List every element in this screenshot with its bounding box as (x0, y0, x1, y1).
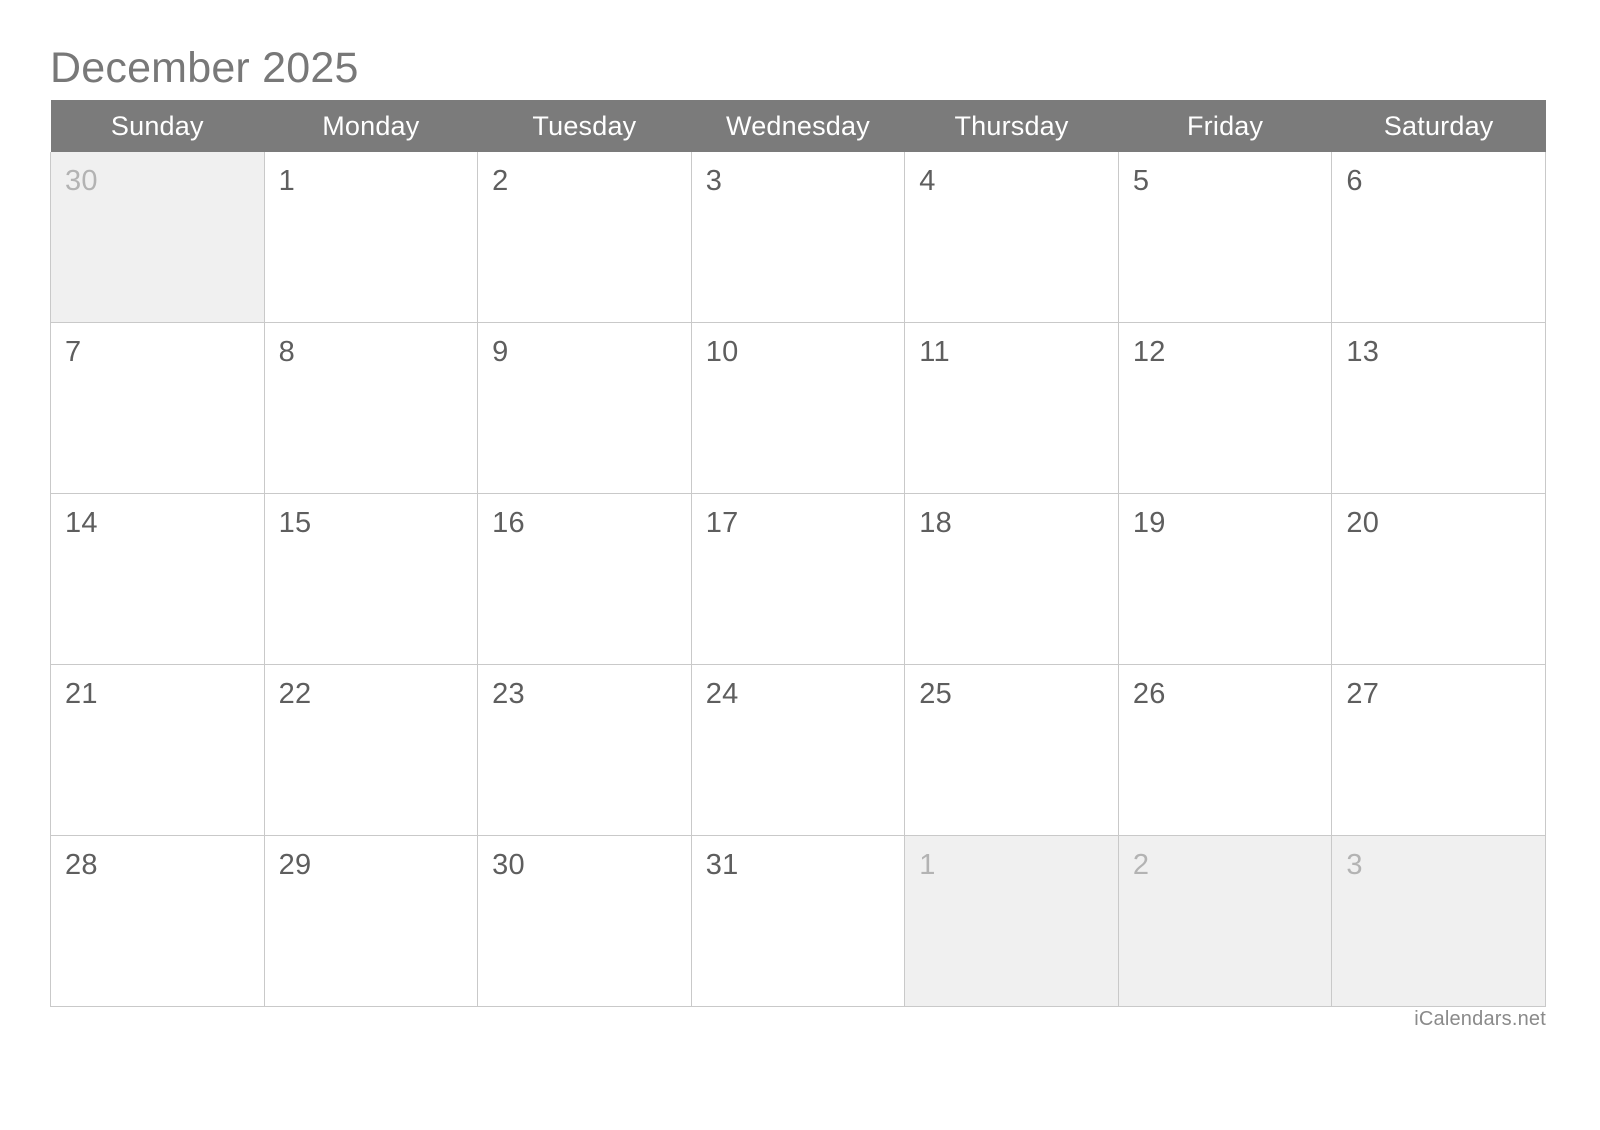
day-number: 18 (919, 507, 953, 539)
day-number: 2 (492, 165, 509, 197)
weekday-header-row: Sunday Monday Tuesday Wednesday Thursday… (50, 100, 1546, 152)
day-number: 4 (919, 165, 936, 197)
week-row: 30 1 2 3 4 5 6 (50, 152, 1546, 323)
day-cell[interactable]: 25 (904, 664, 1119, 836)
day-cell[interactable]: 5 (1118, 152, 1333, 323)
day-cell[interactable]: 12 (1118, 322, 1333, 494)
day-number: 24 (705, 678, 739, 710)
day-cell[interactable]: 30 (50, 152, 265, 323)
week-row: 28 29 30 31 1 2 3 (50, 835, 1546, 1007)
day-number: 13 (1346, 336, 1380, 368)
weekday-header-monday: Monday (264, 100, 478, 152)
day-cell[interactable]: 19 (1118, 493, 1333, 665)
week-row: 21 22 23 24 25 26 27 (50, 664, 1546, 836)
day-number: 26 (1132, 678, 1166, 710)
day-cell[interactable]: 23 (477, 664, 692, 836)
day-number: 3 (1346, 849, 1363, 881)
day-number: 2 (1132, 849, 1150, 881)
day-number: 21 (65, 678, 98, 710)
day-cell[interactable]: 27 (1331, 664, 1546, 836)
day-cell[interactable]: 2 (1118, 835, 1333, 1007)
day-cell[interactable]: 4 (904, 152, 1119, 323)
day-cell[interactable]: 29 (264, 835, 479, 1007)
day-number: 30 (65, 165, 98, 197)
day-number: 12 (1132, 336, 1166, 368)
day-cell[interactable]: 1 (264, 152, 479, 323)
day-cell[interactable]: 26 (1118, 664, 1333, 836)
day-number: 31 (705, 849, 739, 881)
day-cell[interactable]: 13 (1331, 322, 1546, 494)
day-number: 22 (278, 678, 312, 710)
day-number: 8 (278, 336, 295, 368)
day-cell[interactable]: 8 (264, 322, 479, 494)
day-cell[interactable]: 18 (904, 493, 1119, 665)
day-cell[interactable]: 3 (1331, 835, 1546, 1007)
day-cell[interactable]: 9 (477, 322, 692, 494)
day-cell[interactable]: 7 (50, 322, 265, 494)
watermark: iCalendars.net (1414, 1008, 1546, 1030)
weekday-header-tuesday: Tuesday (477, 100, 692, 152)
day-number: 1 (919, 849, 936, 881)
day-number: 5 (1132, 165, 1150, 197)
day-number: 7 (65, 336, 82, 368)
day-number: 11 (919, 336, 950, 368)
weekday-header-wednesday: Wednesday (691, 100, 905, 152)
page-title: December 2025 (50, 44, 359, 92)
weekday-header-friday: Friday (1118, 100, 1332, 152)
calendar-header: Sunday Monday Tuesday Wednesday Thursday… (50, 100, 1546, 152)
weekday-header-sunday: Sunday (50, 100, 265, 152)
title-bar: December 2025 (50, 42, 1546, 100)
day-cell[interactable]: 22 (264, 664, 479, 836)
day-number: 9 (492, 336, 509, 368)
day-cell[interactable]: 21 (50, 664, 265, 836)
week-row: 7 8 9 10 11 12 13 (50, 322, 1546, 494)
day-number: 28 (65, 849, 98, 881)
day-cell[interactable]: 11 (904, 322, 1119, 494)
day-cell[interactable]: 20 (1331, 493, 1546, 665)
calendar-grid: Sunday Monday Tuesday Wednesday Thursday… (50, 100, 1546, 1007)
day-number: 15 (278, 507, 312, 539)
day-number: 14 (65, 507, 98, 539)
day-cell[interactable]: 6 (1331, 152, 1546, 323)
day-cell[interactable]: 14 (50, 493, 265, 665)
day-cell[interactable]: 30 (477, 835, 692, 1007)
day-number: 6 (1346, 165, 1363, 197)
day-number: 23 (492, 678, 525, 710)
weekday-header-thursday: Thursday (904, 100, 1119, 152)
day-number: 19 (1132, 507, 1166, 539)
day-number: 30 (492, 849, 525, 881)
day-cell[interactable]: 24 (691, 664, 906, 836)
day-cell[interactable]: 3 (691, 152, 906, 323)
calendar-page: December 2025 Sunday Monday Tuesday Wedn… (0, 0, 1600, 1130)
day-cell[interactable]: 2 (477, 152, 692, 323)
day-cell[interactable]: 15 (264, 493, 479, 665)
day-number: 29 (278, 849, 312, 881)
weekday-header-saturday: Saturday (1331, 100, 1546, 152)
day-cell[interactable]: 10 (691, 322, 906, 494)
day-cell[interactable]: 28 (50, 835, 265, 1007)
day-cell[interactable]: 16 (477, 493, 692, 665)
day-cell[interactable]: 17 (691, 493, 906, 665)
day-number: 17 (705, 507, 739, 539)
day-number: 20 (1346, 507, 1380, 539)
calendar-body: 30 1 2 3 4 5 6 7 8 9 10 11 12 13 14 15 1… (50, 152, 1546, 1007)
day-number: 10 (705, 336, 739, 368)
day-cell[interactable]: 1 (904, 835, 1119, 1007)
day-number: 27 (1346, 678, 1380, 710)
day-number: 25 (919, 678, 953, 710)
day-number: 16 (492, 507, 525, 539)
day-number: 1 (278, 165, 295, 197)
day-number: 3 (705, 165, 723, 197)
day-cell[interactable]: 31 (691, 835, 906, 1007)
week-row: 14 15 16 17 18 19 20 (50, 493, 1546, 665)
